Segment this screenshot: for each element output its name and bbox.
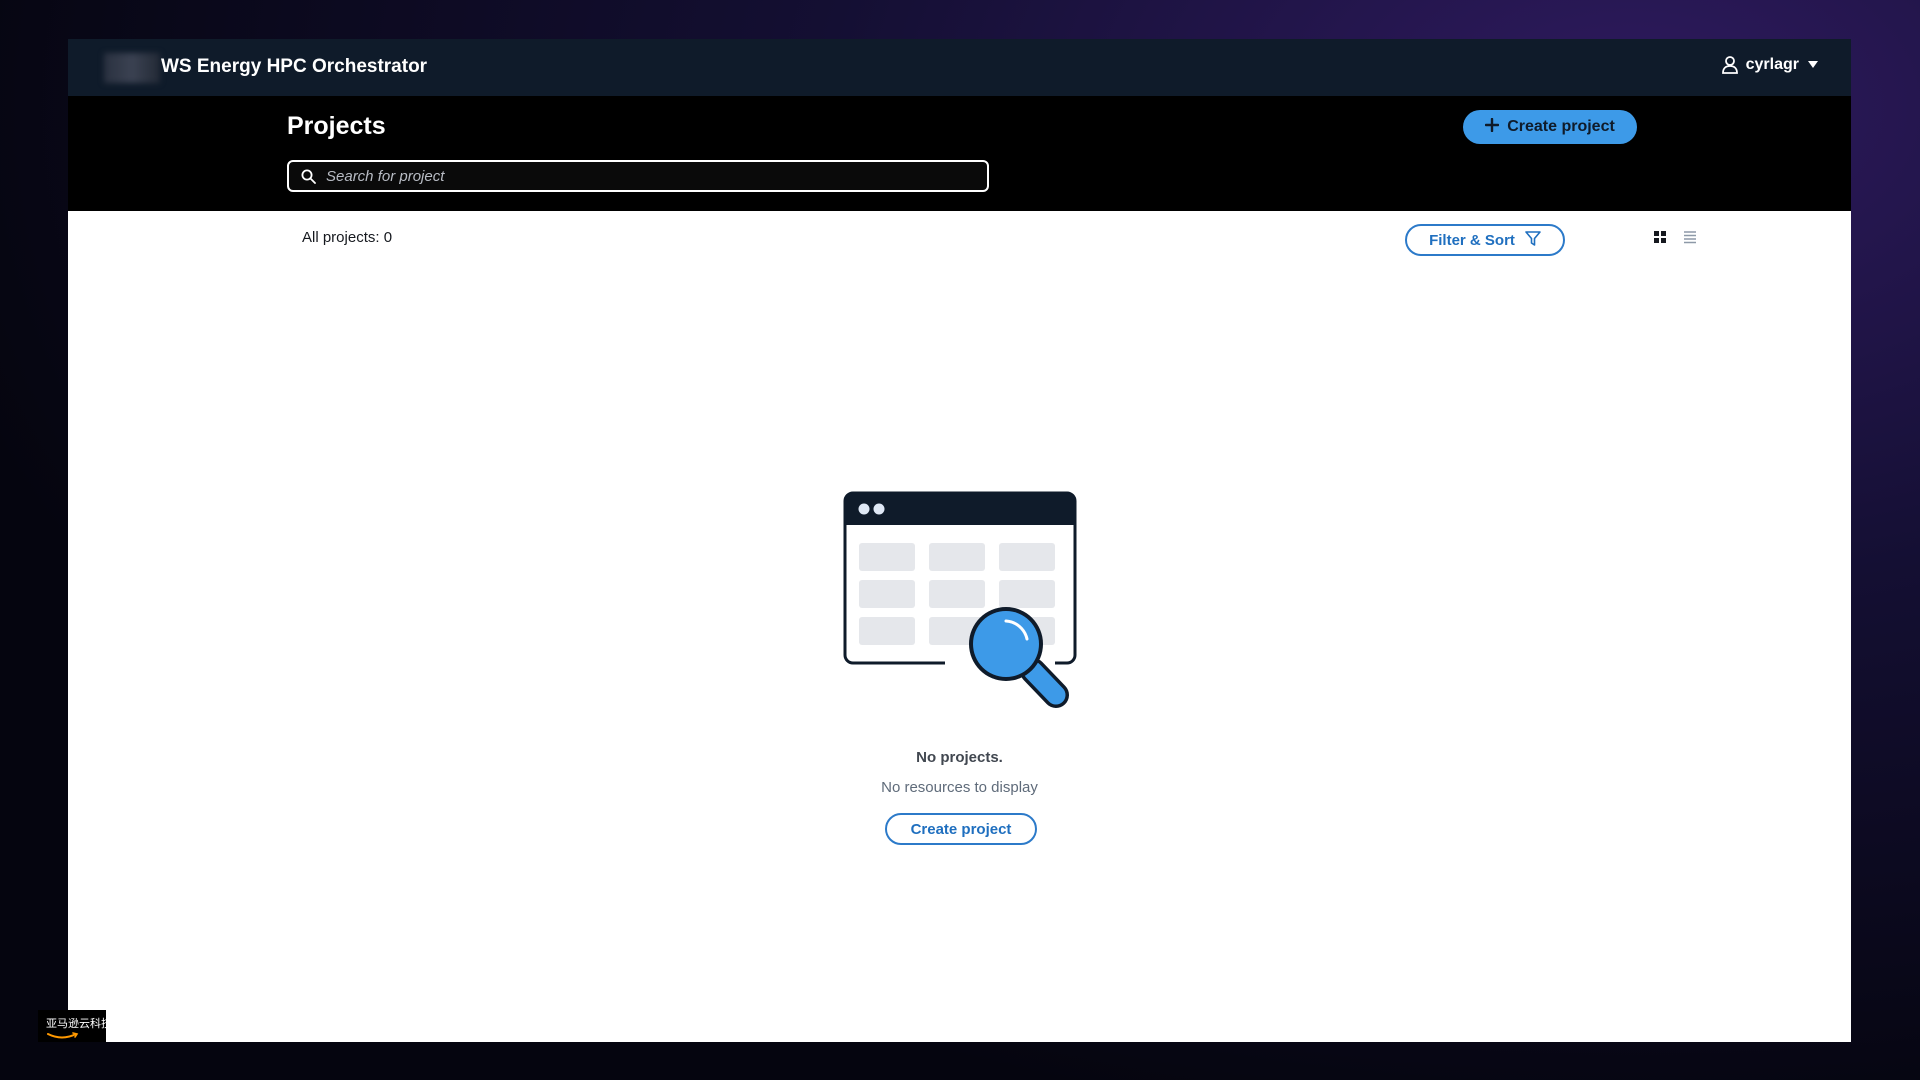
empty-state: No projects. No resources to display Cre… xyxy=(68,211,1851,1042)
page-title: Projects xyxy=(287,112,386,140)
search-input[interactable] xyxy=(324,166,987,186)
empty-state-description: No resources to display xyxy=(881,779,1038,796)
empty-create-project-button[interactable]: Create project xyxy=(885,813,1037,845)
top-navigation: WS Energy HPC Orchestrator cyrlagr xyxy=(68,39,1851,96)
create-project-button-label: Create project xyxy=(1507,118,1615,135)
watermark: 亚马逊云科技 xyxy=(38,1010,106,1042)
create-project-button[interactable]: Create project xyxy=(1463,110,1637,144)
search-icon xyxy=(301,169,316,184)
plus-icon xyxy=(1485,117,1500,137)
empty-state-title: No projects. xyxy=(916,749,1003,766)
user-icon xyxy=(1721,56,1738,74)
empty-search-illustration xyxy=(843,491,1079,732)
main-content: All projects: 0 Filter & Sort No project… xyxy=(68,211,1851,1042)
app-title[interactable]: WS Energy HPC Orchestrator xyxy=(161,56,427,78)
logo[interactable] xyxy=(104,53,160,83)
user-menu[interactable]: cyrlagr xyxy=(1721,56,1819,74)
search-box[interactable] xyxy=(287,160,989,192)
watermark-text: 亚马逊云科技 xyxy=(46,1017,106,1030)
smile-logo-icon xyxy=(47,1032,79,1039)
page-header: Projects Create project xyxy=(68,96,1851,211)
user-name: cyrlagr xyxy=(1745,56,1799,73)
caret-down-icon xyxy=(1807,60,1819,70)
app-window: WS Energy HPC Orchestrator cyrlagr Proje… xyxy=(68,39,1851,1042)
